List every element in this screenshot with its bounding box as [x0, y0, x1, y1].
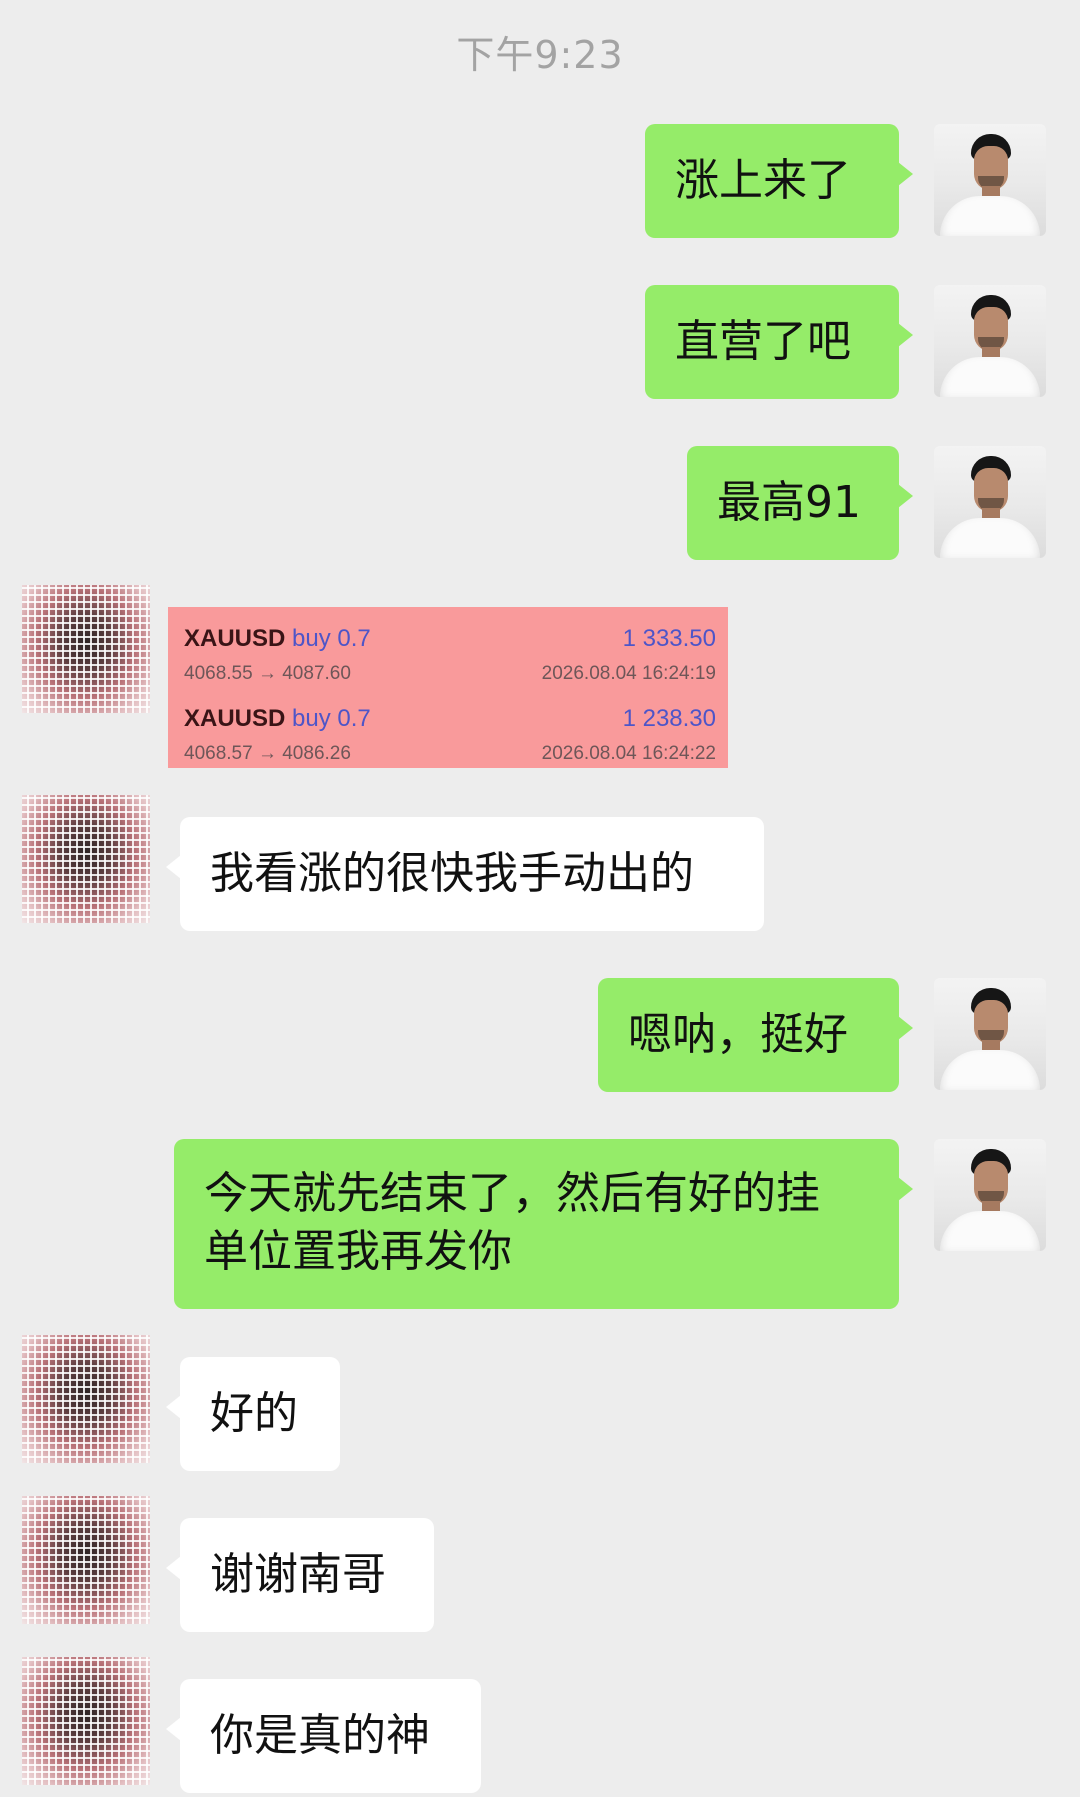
sent-message-bubble[interactable]: 涨上来了 — [645, 124, 913, 238]
user-avatar[interactable] — [934, 124, 1046, 236]
sent-message-bubble[interactable]: 直营了吧 — [645, 285, 913, 399]
trade-time: 2026.08.04 16:24:22 — [541, 743, 716, 764]
trade-side: buy 0.7 — [292, 625, 371, 652]
user-avatar[interactable] — [934, 1139, 1046, 1251]
contact-avatar[interactable] — [22, 1335, 150, 1463]
trade-screenshot-image[interactable]: XAUUSD buy 0.7 1 333.50 4068.55 → 4087.6… — [168, 607, 728, 768]
user-avatar[interactable] — [934, 978, 1046, 1090]
message-text: 涨上来了 — [675, 155, 851, 206]
received-message-bubble[interactable]: 好的 — [166, 1357, 340, 1471]
trade-row: XAUUSD buy 0.7 1 238.30 4068.57 → 4086.2… — [184, 697, 716, 777]
contact-avatar[interactable] — [22, 1657, 150, 1785]
received-message-bubble[interactable]: 你是真的神 — [166, 1679, 481, 1793]
contact-avatar[interactable] — [22, 795, 150, 923]
trade-profit: 1 238.30 — [622, 705, 716, 732]
received-message-bubble[interactable]: 谢谢南哥 — [166, 1518, 434, 1632]
message-text: 你是真的神 — [210, 1710, 430, 1761]
user-avatar[interactable] — [934, 285, 1046, 397]
message-timestamp: 下午9:23 — [456, 33, 624, 77]
sent-message-bubble[interactable]: 最高91 — [687, 446, 913, 560]
trade-side: buy 0.7 — [292, 705, 371, 732]
sent-message-bubble[interactable]: 今天就先结束了，然后有好的挂 单位置我再发你 — [174, 1139, 913, 1309]
trade-row: XAUUSD buy 0.7 1 333.50 4068.55 → 4087.6… — [184, 617, 716, 697]
sent-message-bubble[interactable]: 嗯呐，挺好 — [598, 978, 913, 1092]
trade-prices: 4068.55 → 4087.60 — [184, 663, 351, 684]
message-text: 谢谢南哥 — [210, 1549, 386, 1600]
message-text: 我看涨的很快我手动出的 — [210, 848, 694, 899]
message-text: 嗯呐，挺好 — [628, 1009, 848, 1060]
received-message-bubble[interactable]: 我看涨的很快我手动出的 — [166, 817, 764, 931]
message-text-line: 单位置我再发你 — [204, 1226, 512, 1277]
trade-time: 2026.08.04 16:24:19 — [541, 663, 716, 684]
contact-avatar[interactable] — [22, 585, 150, 713]
message-text: 最高91 — [717, 477, 861, 528]
message-text-line: 今天就先结束了，然后有好的挂 — [204, 1168, 820, 1219]
message-text: 直营了吧 — [675, 316, 851, 367]
trade-prices: 4068.57 → 4086.26 — [184, 743, 351, 764]
message-text: 好的 — [210, 1388, 298, 1439]
trade-profit: 1 333.50 — [622, 625, 716, 652]
trade-symbol: XAUUSD — [184, 625, 286, 652]
contact-avatar[interactable] — [22, 1496, 150, 1624]
user-avatar[interactable] — [934, 446, 1046, 558]
trade-symbol: XAUUSD — [184, 705, 286, 732]
